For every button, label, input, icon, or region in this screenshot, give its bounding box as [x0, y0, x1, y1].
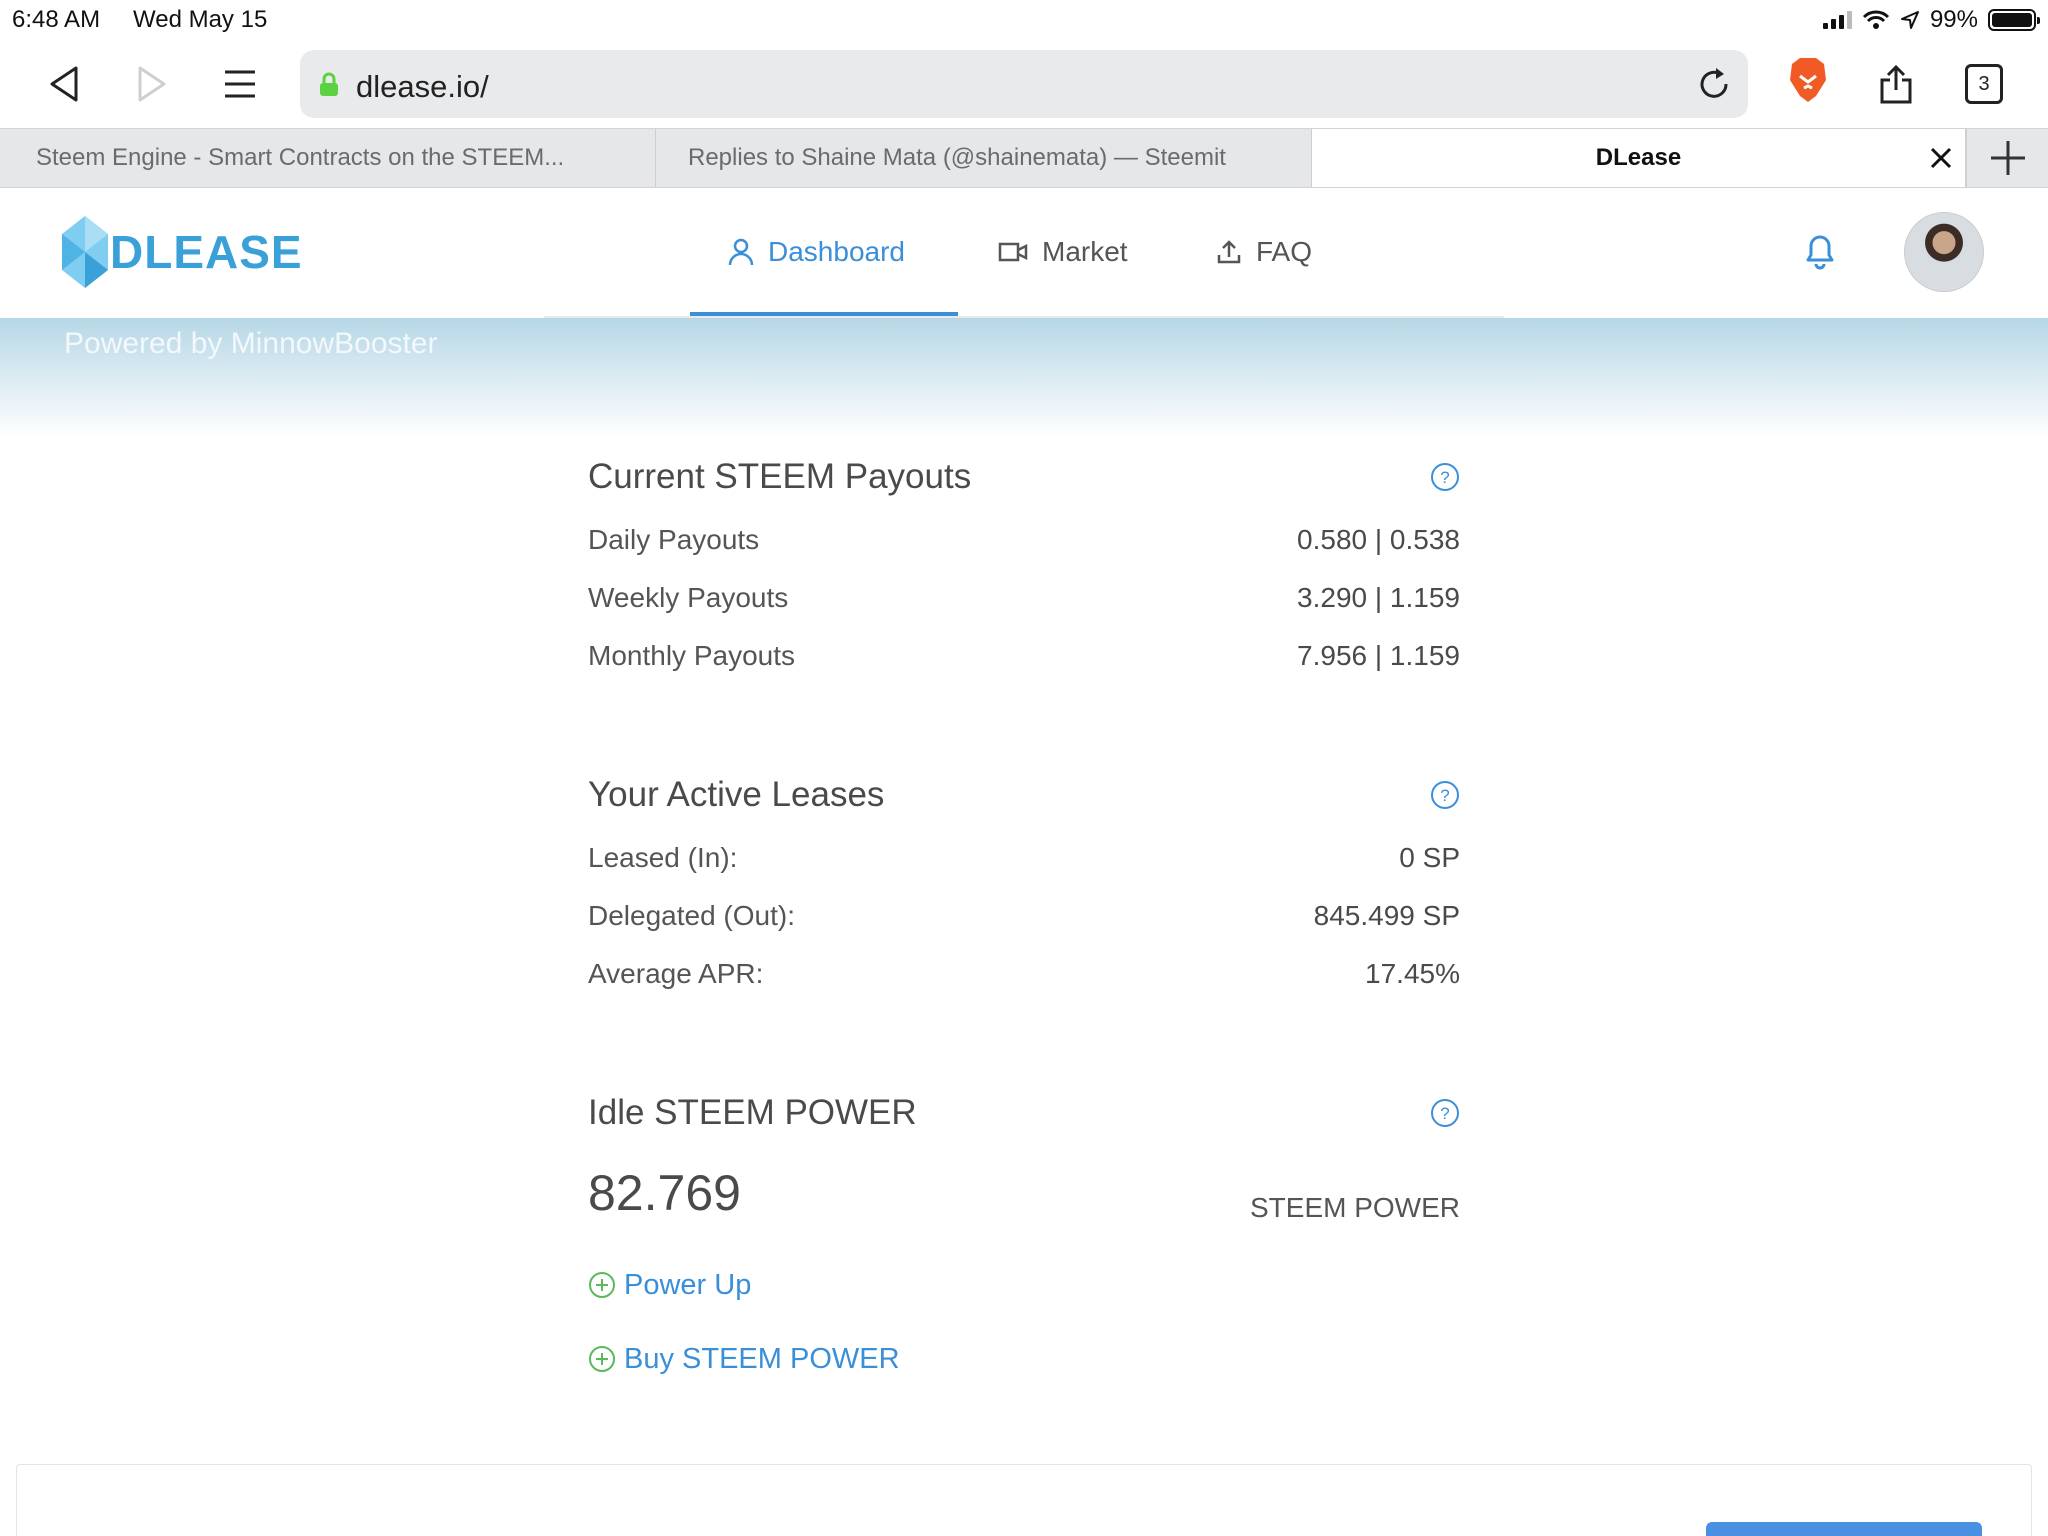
cellular-signal-icon [1822, 11, 1852, 29]
lease-row: Leased (In): 0 SP [588, 830, 1460, 888]
help-icon[interactable]: ? [1430, 1098, 1460, 1128]
browser-tab[interactable]: Steem Engine - Smart Contracts on the ST… [0, 129, 656, 187]
browser-tab[interactable]: Replies to Shaine Mata (@shainemata) — S… [656, 129, 1312, 187]
forward-arrow-icon [138, 66, 166, 102]
upload-icon [1217, 240, 1241, 264]
payouts-section: Current STEEM Payouts ? Daily Payouts 0.… [588, 442, 1460, 686]
lease-label: Delegated (Out): [588, 900, 795, 931]
notification-bell-icon[interactable] [1802, 230, 1838, 270]
powered-by-banner: Powered by MinnowBooster [0, 318, 2048, 438]
payout-label: Weekly Payouts [588, 582, 789, 613]
site-header: DLEASE Dashboard Market FAQ [0, 188, 2048, 318]
diamond-logo-icon [62, 216, 108, 288]
payout-value: 3.290 | 1.159 [1297, 582, 1460, 613]
status-date: Wed May 15 [133, 6, 268, 33]
close-tab-icon[interactable] [1924, 141, 1958, 175]
svg-text:?: ? [1440, 468, 1449, 487]
powered-by-text: Powered by MinnowBooster [64, 327, 438, 360]
nav-faq[interactable]: FAQ [1216, 232, 1312, 272]
svg-text:?: ? [1440, 1104, 1449, 1123]
leases-section: Your Active Leases ? Leased (In): 0 SP D… [588, 760, 1460, 1004]
reload-icon[interactable] [1694, 64, 1734, 104]
power-up-label: Power Up [624, 1268, 752, 1301]
address-bar[interactable]: dlease.io/ [300, 50, 1748, 118]
lease-row: Delegated (Out): 845.499 SP [588, 888, 1460, 946]
lease-value: 17.45% [1365, 958, 1460, 989]
payout-label: Monthly Payouts [588, 640, 795, 671]
payout-row: Monthly Payouts 7.956 | 1.159 [588, 628, 1460, 686]
video-icon [998, 242, 1028, 262]
forward-button[interactable] [130, 62, 174, 106]
status-bar: 6:48 AM Wed May 15 99% [0, 0, 2048, 40]
nav-faq-label: FAQ [1256, 236, 1313, 267]
status-time: 6:48 AM [12, 6, 101, 33]
battery-percentage: 99% [1929, 6, 1978, 33]
share-icon [1880, 64, 1912, 104]
payouts-title: Current STEEM Payouts [588, 457, 972, 496]
lease-row: Average APR: 17.45% [588, 946, 1460, 1004]
nav-market-label: Market [1042, 236, 1128, 267]
lease-label: Average APR: [588, 958, 764, 989]
plus-circle-icon [589, 1346, 615, 1372]
payout-value: 7.956 | 1.159 [1297, 640, 1460, 671]
share-button[interactable] [1874, 62, 1918, 106]
user-icon [728, 238, 754, 266]
back-button[interactable] [42, 62, 86, 106]
new-tab-button[interactable] [1966, 129, 2048, 187]
back-arrow-icon [50, 66, 78, 102]
bottom-card-button[interactable] [1706, 1522, 1982, 1536]
nav-market[interactable]: Market [998, 232, 1128, 272]
payout-value: 0.580 | 0.538 [1297, 524, 1460, 555]
brave-lion-icon [1790, 58, 1826, 102]
dlease-logo[interactable]: DLEASE [62, 216, 303, 288]
browser-toolbar: dlease.io/ 3 [0, 40, 2048, 128]
idle-power-title: Idle STEEM POWER [588, 1093, 917, 1132]
lock-icon [320, 72, 338, 96]
status-indicators: 99% [1822, 6, 2040, 34]
help-icon[interactable]: ? [1430, 462, 1460, 492]
leases-title: Your Active Leases [588, 775, 885, 814]
payout-row: Daily Payouts 0.580 | 0.538 [588, 512, 1460, 570]
logo-wordmark: DLEASE [110, 226, 303, 278]
buy-steem-power-label: Buy STEEM POWER [624, 1342, 900, 1375]
tab-switcher-button[interactable]: 3 [1965, 64, 2003, 104]
svg-text:?: ? [1440, 786, 1449, 805]
idle-power-amount: 82.769 [588, 1165, 741, 1221]
nav-active-indicator [690, 312, 958, 316]
nav-dashboard-label: Dashboard [768, 236, 905, 267]
tab-strip: Steem Engine - Smart Contracts on the ST… [0, 128, 2048, 188]
browser-tab-active[interactable]: DLease [1312, 129, 1966, 187]
main-nav: Dashboard Market FAQ [544, 188, 1504, 318]
payout-label: Daily Payouts [588, 524, 760, 555]
location-arrow-icon [1900, 11, 1919, 29]
hamburger-menu-icon [225, 70, 255, 98]
lease-label: Leased (In): [588, 842, 738, 873]
idle-power-amount-row: 82.769 STEEM POWER [588, 1148, 1460, 1248]
power-up-link[interactable]: Power Up [588, 1248, 1460, 1322]
user-avatar[interactable] [1904, 212, 1984, 292]
idle-power-unit: STEEM POWER [1249, 1192, 1460, 1223]
url-text: dlease.io/ [356, 69, 489, 104]
idle-power-section: Idle STEEM POWER ? 82.769 STEEM POWER Po… [588, 1078, 1460, 1396]
help-icon[interactable]: ? [1430, 780, 1460, 810]
lease-value: 845.499 SP [1313, 900, 1460, 931]
plus-icon [1990, 141, 2025, 175]
plus-circle-icon [589, 1272, 615, 1298]
buy-steem-power-link[interactable]: Buy STEEM POWER [588, 1322, 1460, 1396]
nav-dashboard[interactable]: Dashboard [728, 232, 905, 272]
dashboard-content: Current STEEM Payouts ? Daily Payouts 0.… [588, 440, 1460, 1396]
wifi-icon [1862, 10, 1890, 29]
brave-shields-button[interactable] [1786, 58, 1830, 102]
battery-icon [1988, 9, 2040, 31]
menu-button[interactable] [218, 62, 262, 106]
payout-row: Weekly Payouts 3.290 | 1.159 [588, 570, 1460, 628]
lease-value: 0 SP [1399, 842, 1460, 873]
